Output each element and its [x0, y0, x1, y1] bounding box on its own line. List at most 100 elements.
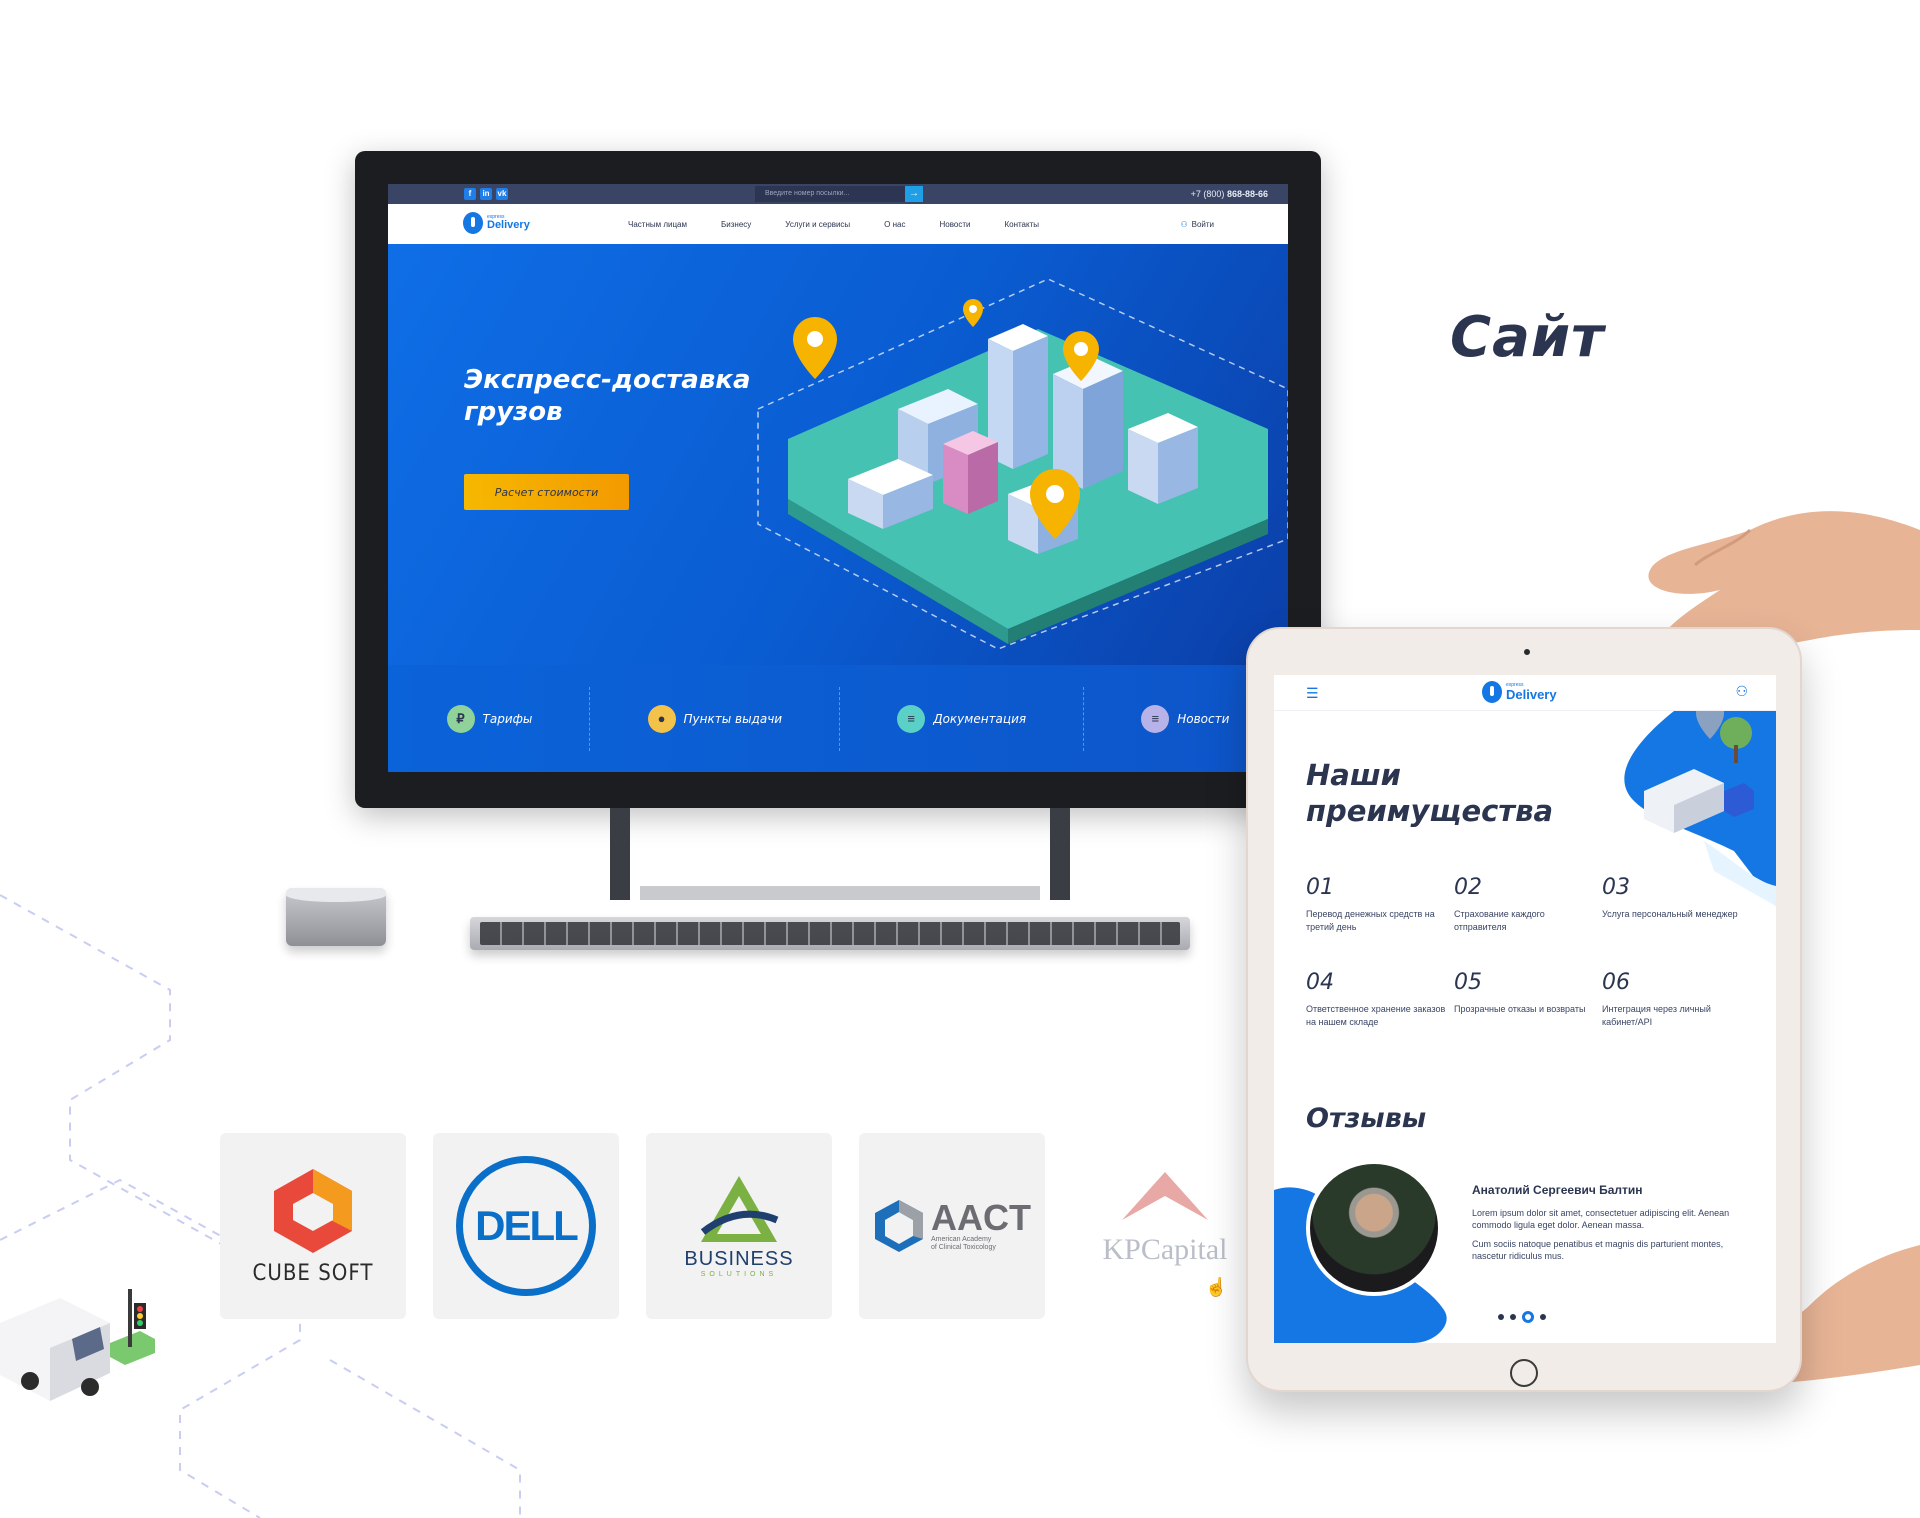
divider	[839, 686, 841, 751]
divider	[1083, 686, 1085, 751]
advantage-item: 04 Ответственное хранение заказов на наш…	[1306, 970, 1446, 1029]
advantage-item: 01 Перевод денежных средств на третий де…	[1306, 875, 1446, 934]
tablet-device: ☰ express Delivery ⚇ Наши преимущества 0…	[1246, 627, 1802, 1392]
isometric-city-illustration	[757, 279, 1288, 649]
desktop-website-screen: f in vk Введите номер посылки... → +7 (8…	[388, 184, 1288, 772]
nav-item-services[interactable]: Услуги и сервисы	[785, 220, 850, 229]
advantage-number: 05	[1454, 970, 1482, 995]
quicklink-tariffs[interactable]: ₽ Тарифы	[446, 704, 533, 733]
advantage-number: 02	[1454, 875, 1482, 900]
carousel-dot[interactable]	[1498, 1314, 1504, 1320]
partner-cubesoft: CUBE SOFT	[220, 1133, 406, 1319]
quicklink-label: Тарифы	[482, 711, 533, 726]
quicklink-label: Пункты выдачи	[683, 711, 783, 726]
hero-banner: Экспресс-доставка грузов Расчет стоимост…	[388, 244, 1288, 665]
quicklink-documentation[interactable]: ≡ Документация	[897, 704, 1027, 733]
nav-item-contacts[interactable]: Контакты	[1004, 220, 1039, 229]
quicklink-pickup-points[interactable]: ● Пункты выдачи	[647, 704, 783, 733]
nav-menu: Частным лицам Бизнесу Услуги и сервисы О…	[628, 204, 1039, 244]
quick-links-bar: ₽ Тарифы ● Пункты выдачи ≡ Документация …	[388, 665, 1288, 772]
advantage-text: Прозрачные отказы и возвраты	[1454, 1004, 1586, 1014]
advantages-title: Наши преимущества	[1306, 758, 1554, 828]
instagram-icon[interactable]: in	[480, 188, 492, 200]
document-icon: ≡	[897, 704, 926, 733]
social-links: f in vk	[464, 188, 508, 200]
news-icon: ≡	[1141, 704, 1170, 733]
phone-digits: 868-88-66	[1226, 189, 1268, 199]
advantage-text: Ответственное хранение заказов на нашем …	[1306, 1004, 1446, 1027]
tablet-home-button[interactable]	[1510, 1359, 1538, 1387]
location-icon: ●	[647, 704, 676, 733]
quicklink-label: Новости	[1177, 711, 1230, 726]
user-icon[interactable]: ⚇	[1735, 683, 1748, 700]
brand-logo[interactable]: express Delivery	[463, 212, 530, 234]
tablet-camera	[1524, 649, 1530, 655]
phone-number[interactable]: +7 (800) 868-88-66	[1191, 184, 1268, 204]
review-carousel-dots	[1498, 1311, 1546, 1323]
divider	[589, 686, 591, 751]
carousel-dot-active[interactable]	[1522, 1311, 1534, 1323]
advantage-number: 01	[1306, 875, 1334, 900]
reviewer-avatar	[1306, 1160, 1442, 1296]
section-title: Сайт	[1450, 305, 1605, 370]
tablet-navbar: ☰ express Delivery ⚇	[1274, 675, 1776, 711]
quicklink-news[interactable]: ≡ Новости	[1141, 704, 1230, 733]
partner-dell: DELL	[433, 1133, 619, 1319]
advantage-item: 05 Прозрачные отказы и возвраты	[1454, 970, 1594, 1016]
cube-logo-icon	[274, 1168, 352, 1253]
nav-item-about[interactable]: О нас	[884, 220, 905, 229]
logo-text: express Delivery	[487, 215, 530, 231]
quicklink-label: Документация	[933, 711, 1027, 726]
partner-aact: AACT American Academy of Clinical Toxico…	[859, 1133, 1045, 1319]
tracking-search-input[interactable]: Введите номер посылки...	[755, 186, 905, 202]
desktop-monitor: f in vk Введите номер посылки... → +7 (8…	[355, 151, 1321, 808]
calculate-cost-button[interactable]: Расчет стоимости	[464, 474, 629, 510]
menu-icon[interactable]: ☰	[1306, 686, 1322, 700]
keyboard	[470, 917, 1190, 950]
ruble-icon: ₽	[446, 704, 475, 733]
phone-prefix: +7 (800)	[1190, 189, 1225, 199]
kp-text: KPCapital	[1102, 1233, 1228, 1266]
login-label: Войти	[1191, 219, 1214, 229]
partner-business-solutions: BUSINESS SOLUTIONS	[646, 1133, 832, 1319]
advantage-text: Интеграция через личный кабинет/API	[1602, 1004, 1711, 1027]
delivery-van-illustration	[0, 1289, 155, 1401]
user-icon: ⚇	[1180, 219, 1188, 229]
logo-text: express Delivery	[1506, 683, 1557, 702]
facebook-icon[interactable]: f	[464, 188, 476, 200]
advantage-number: 06	[1602, 970, 1630, 995]
review-text: Lorem ipsum dolor sit amet, consectetuer…	[1472, 1207, 1752, 1262]
carousel-dot[interactable]	[1510, 1314, 1516, 1320]
dell-text: DELL	[475, 1202, 579, 1249]
aact-text-block: AACT American Academy of Clinical Toxico…	[931, 1200, 1031, 1252]
dell-logo: DELL	[456, 1156, 596, 1296]
logo-pin-icon	[1482, 681, 1502, 703]
hand-cursor-icon: ☝	[1205, 1277, 1228, 1297]
logo-pin-icon	[463, 212, 483, 234]
main-navigation: express Delivery Частным лицам Бизнесу У…	[388, 204, 1288, 244]
carousel-dot[interactable]	[1540, 1314, 1546, 1320]
advantage-item: 06 Интеграция через личный кабинет/API	[1602, 970, 1742, 1029]
top-bar: f in vk Введите номер посылки... → +7 (8…	[388, 184, 1288, 204]
advantage-item: 03 Услуга персональный менеджер	[1602, 875, 1742, 921]
arrow-right-icon[interactable]: →	[905, 186, 923, 202]
tablet-brand-logo[interactable]: express Delivery	[1482, 681, 1557, 703]
vk-icon[interactable]: vk	[496, 188, 508, 200]
review-paragraph-2: Cum sociis natoque penatibus et magnis d…	[1472, 1239, 1724, 1261]
nav-item-business[interactable]: Бизнесу	[721, 220, 751, 229]
nav-item-news[interactable]: Новости	[939, 220, 970, 229]
partner-bs-subtext: SOLUTIONS	[700, 1271, 778, 1278]
reviews-title: Отзывы	[1306, 1103, 1427, 1134]
hexagon-logo-icon	[875, 1200, 923, 1252]
nav-item-individuals[interactable]: Частным лицам	[628, 220, 687, 229]
advantage-text: Перевод денежных средств на третий день	[1306, 909, 1435, 932]
review-paragraph-1: Lorem ipsum dolor sit amet, consectetuer…	[1472, 1208, 1730, 1230]
login-button[interactable]: ⚇ Войти	[1180, 204, 1214, 244]
aact-title: AACT	[931, 1197, 1031, 1238]
advantage-number: 04	[1306, 970, 1334, 995]
kp-arrow-logo-icon	[1122, 1172, 1208, 1220]
advantage-text: Услуга персональный менеджер	[1602, 909, 1738, 919]
aact-subtitle-2: of Clinical Toxicology	[931, 1244, 996, 1251]
logo-big-text: Delivery	[487, 219, 530, 231]
mountain-logo-icon	[700, 1176, 779, 1242]
